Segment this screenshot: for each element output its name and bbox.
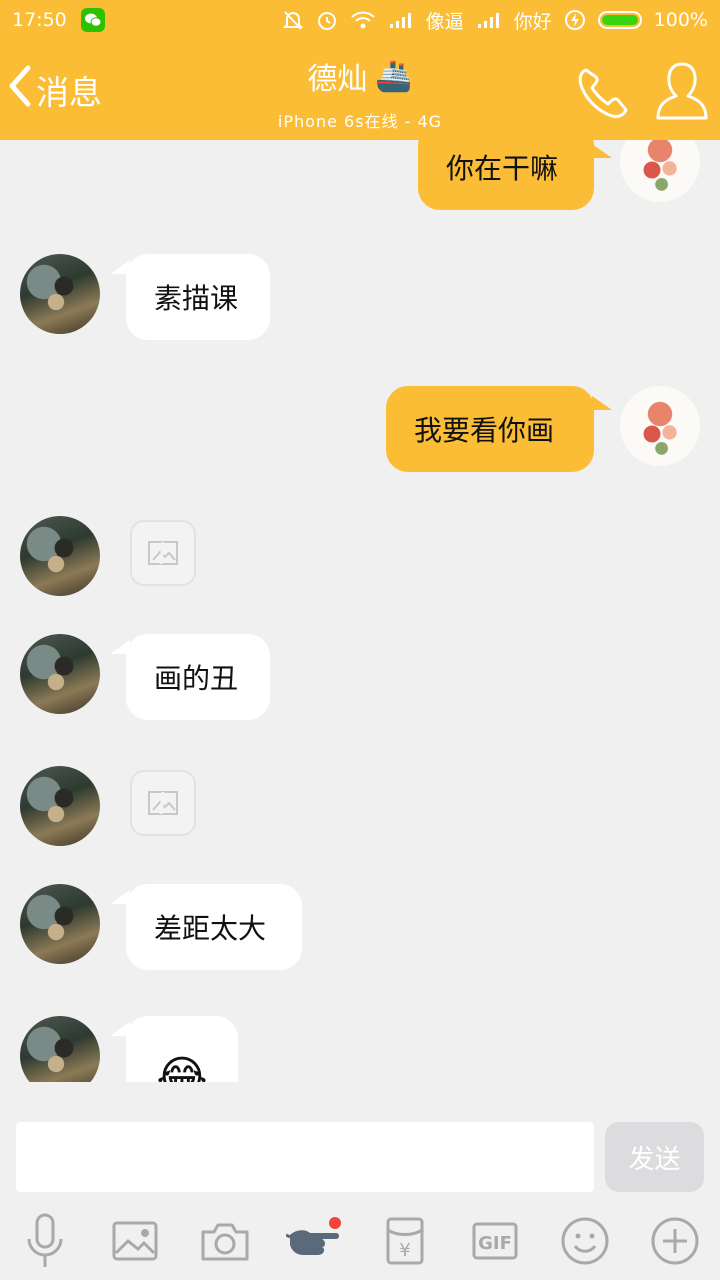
message-input[interactable] [16,1122,594,1192]
status-bar: 17:50 像逼 你好 100% [0,0,720,40]
contact-avatar[interactable] [20,1016,100,1082]
back-button[interactable]: 消息 [8,64,102,116]
wifi-icon [350,10,376,30]
message-bubble[interactable]: 差距太大 [126,884,302,970]
gif-button[interactable]: GIF [465,1211,525,1271]
phone-icon [578,68,628,118]
message-text: 差距太大 [154,912,267,945]
contact-name: 德灿 [307,62,368,97]
emoji-icon [561,1217,609,1265]
message-incoming: 差距太大 [0,884,720,974]
image-message-placeholder[interactable] [130,520,196,586]
broken-image-icon [148,541,178,565]
red-packet-icon: ¥ [386,1217,424,1265]
message-outgoing: 你在干嘛 [0,140,720,220]
camera-icon [201,1223,249,1261]
plus-icon [651,1217,699,1265]
image-icon [112,1221,158,1261]
broken-image-icon [148,791,178,815]
contact-avatar[interactable] [20,634,100,714]
gif-icon: GIF [472,1222,518,1260]
profile-button[interactable] [652,60,712,122]
message-incoming: 😂 [0,1016,720,1082]
microphone-icon [27,1213,63,1267]
person-icon [656,62,708,120]
notification-dot [329,1217,341,1229]
message-bubble[interactable]: 画的丑 [126,634,270,720]
back-label: 消息 [36,73,102,112]
message-bubble[interactable]: 😂 [126,1016,238,1082]
ship-emoji: 🚢 [375,58,413,94]
poke-button[interactable] [285,1211,345,1271]
contact-avatar[interactable] [20,884,100,964]
contact-avatar[interactable] [20,766,100,846]
mute-icon [282,9,304,31]
message-text: 素描课 [154,282,239,315]
wechat-notification-icon [80,8,105,32]
message-bubble[interactable]: 我要看你画 [386,386,594,472]
gif-label: GIF [478,1233,512,1254]
carrier-2: 你好 [513,10,552,33]
contact-title: 德灿 🚢 iPhone 6s在线 - 4G [160,54,560,132]
online-status: iPhone 6s在线 - 4G [277,112,443,131]
battery-level: 100% [653,9,708,31]
message-incoming: 画的丑 [0,634,720,724]
carrier-1: 像逼 [425,10,464,33]
status-time: 17:50 [12,9,67,31]
chat-area[interactable]: 你在干嘛 素描课 我要看你画 画的丑 差距太大 😂 [0,140,720,1082]
my-avatar[interactable] [620,140,700,202]
message-bubble[interactable]: 素描课 [126,254,270,340]
red-packet-button[interactable]: ¥ [375,1211,435,1271]
alarm-icon [316,9,338,31]
voice-button[interactable] [15,1211,75,1271]
contact-avatar[interactable] [20,254,100,334]
message-incoming [0,516,720,600]
battery-icon [597,11,642,29]
message-incoming: 素描课 [0,254,720,344]
photo-button[interactable] [105,1211,165,1271]
message-text: 我要看你画 [414,414,555,447]
send-button[interactable]: 发送 [605,1122,704,1192]
phone-call-button[interactable] [572,62,632,122]
charging-icon [564,9,586,31]
my-avatar[interactable] [620,386,700,466]
message-bubble[interactable]: 你在干嘛 [418,140,594,210]
camera-button[interactable] [195,1211,255,1271]
message-text: 画的丑 [154,662,239,695]
image-message-placeholder[interactable] [130,770,196,836]
yuan-symbol: ¥ [399,1240,410,1261]
signal-icon [388,11,414,29]
message-text: 你在干嘛 [446,152,559,185]
title-bar: 消息 德灿 🚢 iPhone 6s在线 - 4G [0,40,720,140]
message-incoming [0,766,720,850]
input-bar: 发送 [0,1082,720,1202]
emoji-button[interactable] [555,1211,615,1271]
chevron-left-icon [8,64,32,116]
signal-icon [476,11,502,29]
input-toolbar: ¥ GIF [0,1202,720,1280]
contact-avatar[interactable] [20,516,100,596]
message-outgoing: 我要看你画 [0,386,720,476]
message-emoji: 😂 [156,1051,208,1083]
more-button[interactable] [645,1211,705,1271]
